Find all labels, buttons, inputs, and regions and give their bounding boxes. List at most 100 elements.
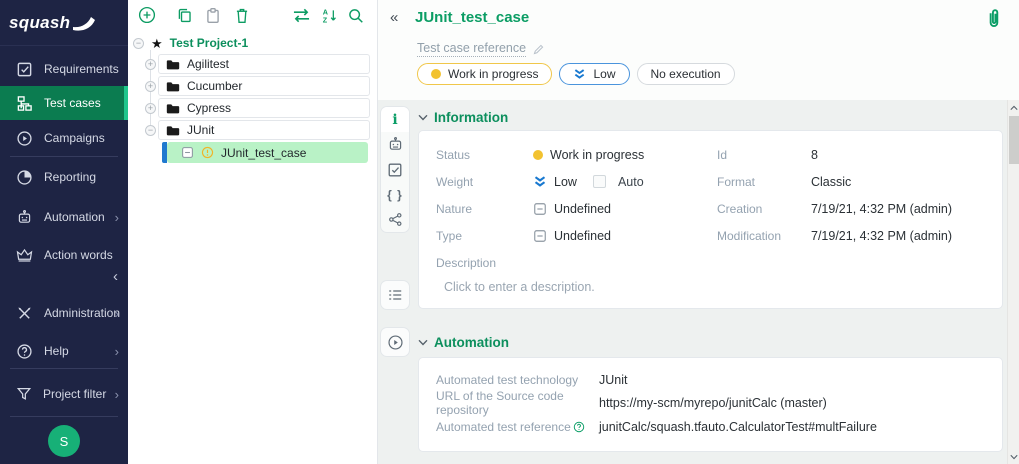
information-section-header[interactable]: Information [418, 110, 1003, 125]
requirements-icon [16, 61, 33, 78]
expand-plus-icon[interactable]: + [145, 81, 156, 92]
sidebar-item-campaigns[interactable]: Campaigns [0, 121, 128, 155]
description-placeholder[interactable]: Click to enter a description. [436, 280, 982, 294]
chevron-right-icon: › [115, 387, 119, 402]
vertical-scrollbar[interactable] [1007, 100, 1019, 464]
squash-logo[interactable]: squash [0, 0, 128, 46]
test-case-reference-field[interactable]: Test case reference [417, 41, 545, 57]
automation-card: Automated test technology JUnit URL of t… [418, 357, 1003, 452]
nature-label: Nature [436, 195, 533, 222]
tab-information[interactable]: i [381, 107, 409, 132]
swap-arrows-icon[interactable] [291, 7, 312, 24]
expand-plus-icon[interactable]: + [145, 59, 156, 70]
double-chevron-down-icon [573, 68, 586, 80]
sidebar-item-project-filter[interactable]: Project filter › [0, 377, 128, 411]
weight-chip[interactable]: Low [559, 63, 629, 85]
sidebar-item-test-cases[interactable]: Test cases [0, 86, 128, 120]
folder-icon [166, 125, 180, 136]
trash-icon[interactable] [234, 7, 250, 24]
type-value-text: Undefined [554, 229, 611, 243]
sidebar-item-label: Help [44, 344, 69, 358]
sidebar-item-label: Project filter [43, 387, 106, 401]
sort-az-icon[interactable]: AZ [321, 7, 338, 24]
status-dot-icon [431, 69, 441, 79]
sidebar-item-administration[interactable]: Administration › [0, 296, 128, 330]
tab-executions[interactable] [380, 327, 410, 357]
source-code-repository-label: URL of the Source code repository [436, 392, 599, 416]
sidebar-item-action-words[interactable]: Action words [0, 238, 128, 272]
sidebar-divider [10, 368, 118, 369]
tab-links[interactable] [381, 207, 409, 232]
star-icon: ★ [151, 37, 163, 50]
sidebar-item-reporting[interactable]: Reporting [0, 160, 128, 194]
nature-value[interactable]: Undefined [533, 195, 717, 222]
collapse-minus-icon[interactable]: − [133, 38, 144, 49]
tree-root-project[interactable]: − ★ Test Project-1 [133, 36, 248, 50]
automation-section-header[interactable]: Automation [418, 335, 1003, 350]
execution-chip[interactable]: No execution [637, 63, 735, 85]
add-icon[interactable] [138, 6, 156, 24]
status-chip-row: Work in progress Low No execution [417, 63, 735, 85]
tree-item-junit-test-case-selected[interactable]: JUnit_test_case [167, 142, 368, 163]
collapse-minus-icon[interactable]: − [145, 125, 156, 136]
status-chip[interactable]: Work in progress [417, 63, 552, 85]
tree-folder-cypress[interactable]: Cypress [158, 98, 370, 118]
tree-folder-cucumber[interactable]: Cucumber [158, 76, 370, 96]
sidebar-item-label: Campaigns [44, 131, 105, 145]
auto-checkbox[interactable] [593, 175, 606, 188]
minus-square-icon [533, 229, 547, 243]
sidebar-item-label: Reporting [44, 170, 96, 184]
sidebar-item-automation[interactable]: Automation › [0, 200, 128, 234]
sidebar-item-help[interactable]: Help › [0, 334, 128, 368]
status-dot-icon [533, 150, 543, 160]
tree-folder-label: JUnit [187, 123, 214, 137]
sidebar-item-label: Test cases [44, 96, 101, 110]
scroll-down-icon[interactable] [1008, 450, 1019, 463]
chevron-right-icon: › [115, 210, 119, 225]
tree-toolbar: AZ [128, 0, 378, 30]
folder-icon [166, 81, 180, 92]
expand-plus-icon[interactable]: + [145, 103, 156, 114]
scrollbar-thumb[interactable] [1009, 116, 1019, 164]
collapse-tree-icon[interactable]: « [390, 9, 398, 26]
tree-folder-junit[interactable]: JUnit [158, 120, 370, 140]
robot-icon [387, 136, 404, 153]
tab-automation[interactable] [381, 132, 409, 157]
pie-chart-icon [16, 169, 33, 186]
weight-value[interactable]: Low Auto [533, 168, 717, 195]
paste-icon[interactable] [205, 7, 221, 24]
paperclip-icon[interactable] [984, 7, 1003, 30]
sidebar-item-requirements[interactable]: Requirements [0, 52, 128, 86]
share-icon [388, 212, 403, 227]
funnel-icon [16, 386, 32, 402]
automated-test-technology-value: JUnit [599, 368, 982, 392]
scroll-up-icon[interactable] [1008, 101, 1019, 114]
sidebar-item-label: Administration [44, 306, 120, 320]
tree-folder-agilitest[interactable]: Agilitest [158, 54, 370, 74]
help-circle-icon[interactable] [573, 421, 585, 433]
user-avatar[interactable]: S [48, 425, 80, 457]
sidebar-item-label: Action words [44, 248, 113, 262]
weight-label: Weight [436, 168, 533, 195]
weight-chip-label: Low [593, 67, 615, 81]
creation-value: 7/19/21, 4:32 PM (admin) [811, 195, 982, 222]
tree-folder-label: Cypress [187, 101, 231, 115]
tree-folder-label: Agilitest [187, 57, 229, 71]
automated-test-technology-label: Automated test technology [436, 368, 599, 392]
information-heading: Information [434, 110, 508, 125]
sidebar-collapse-icon[interactable]: ‹ [113, 268, 118, 285]
copy-icon[interactable] [176, 7, 193, 24]
svg-text:Z: Z [323, 15, 328, 23]
type-value[interactable]: Undefined [533, 222, 717, 249]
sidebar-item-label: Automation [44, 210, 105, 224]
crown-icon [16, 248, 33, 263]
anchor-rail: i { } [378, 100, 412, 464]
search-icon[interactable] [347, 7, 364, 24]
test-cases-icon [16, 95, 33, 112]
tab-steps[interactable] [380, 280, 410, 310]
tab-verification[interactable] [381, 157, 409, 182]
tab-parameters[interactable]: { } [381, 182, 409, 207]
pencil-icon [532, 43, 545, 56]
status-value[interactable]: Work in progress [533, 141, 717, 168]
format-label: Format [717, 168, 811, 195]
